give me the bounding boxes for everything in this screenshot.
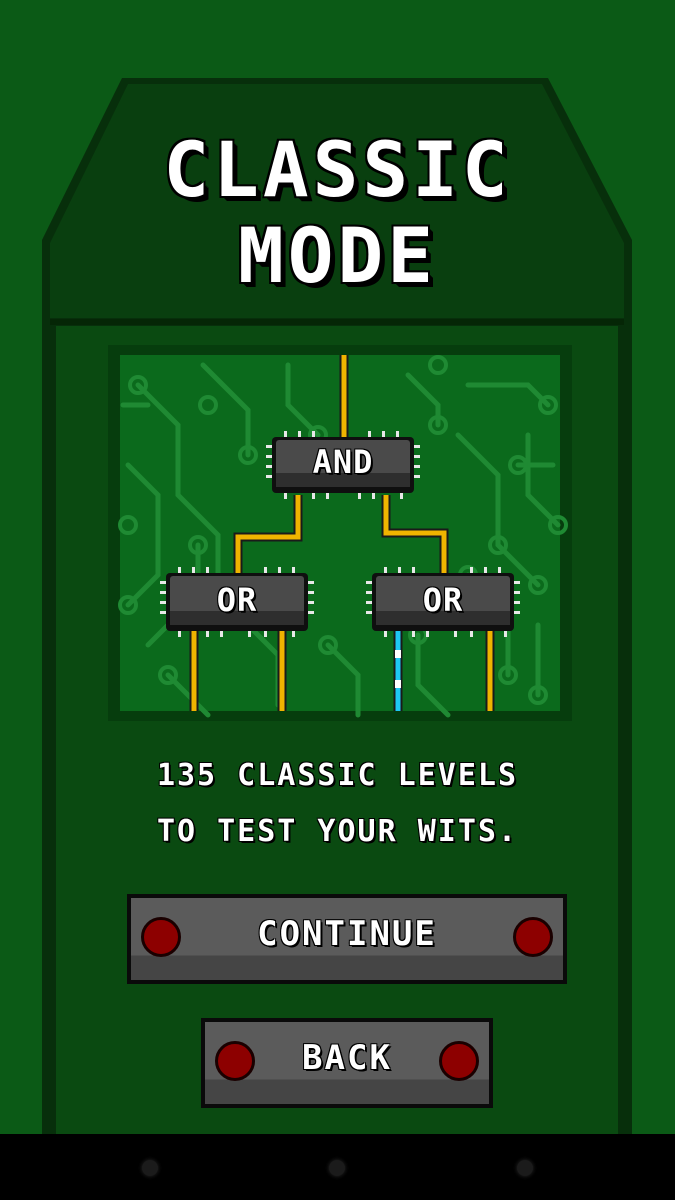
continue-button[interactable]: CONTINUE — [127, 894, 567, 984]
gate-or-right-label: OR — [422, 581, 464, 619]
nav-recents-icon[interactable] — [517, 1160, 533, 1176]
gate-and-label: AND — [312, 443, 374, 481]
red-lamp-icon — [439, 1041, 479, 1081]
back-button[interactable]: BACK — [201, 1018, 493, 1108]
description-line-2: TO TEST YOUR WITS. — [156, 814, 519, 849]
circuit-board-preview: AND OR OR — [108, 345, 572, 721]
red-lamp-icon — [513, 917, 553, 957]
nav-home-icon[interactable] — [329, 1160, 345, 1176]
description-line-1: 135 CLASSIC LEVELS — [156, 758, 519, 793]
circuit-diagram — [118, 355, 568, 718]
continue-button-label: CONTINUE — [257, 914, 437, 954]
system-navigation-bar — [0, 1134, 675, 1200]
nav-back-icon[interactable] — [142, 1160, 158, 1176]
title-line-1: CLASSIC — [163, 125, 512, 214]
title-line-2: MODE — [237, 211, 438, 300]
gate-or-left-label: OR — [216, 581, 258, 619]
